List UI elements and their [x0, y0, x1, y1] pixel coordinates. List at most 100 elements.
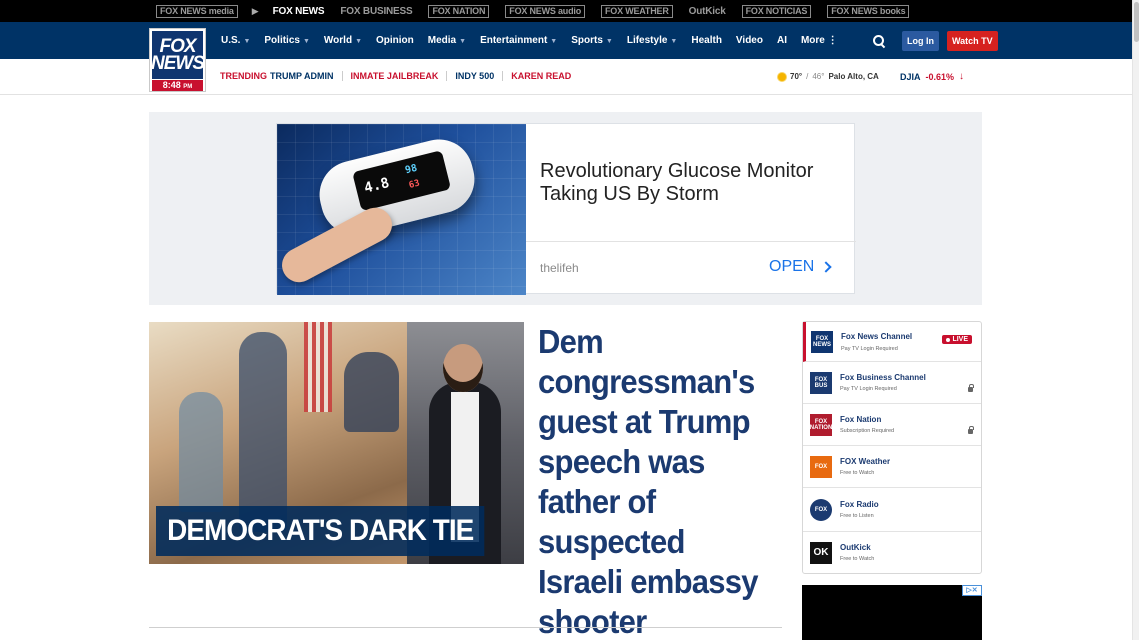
- ad-image[interactable]: 4.8 98 63: [277, 124, 526, 295]
- nav-label: Lifestyle: [626, 35, 668, 46]
- nav-item-health[interactable]: Health: [684, 35, 729, 46]
- weather-widget[interactable]: 70° / 46° Palo Alto, CA: [778, 72, 879, 81]
- clock-ampm: PM: [183, 84, 193, 90]
- channel-name: FOX Weather: [840, 457, 891, 466]
- fox-radio-icon: FOX: [810, 499, 832, 521]
- nav-item-sports[interactable]: Sports ▼: [564, 35, 620, 46]
- nav-item-media[interactable]: Media ▼: [421, 35, 473, 46]
- scrollbar-thumb[interactable]: [1134, 2, 1139, 42]
- lock-icon: [968, 384, 974, 392]
- nav-item-us[interactable]: U.S. ▼: [214, 35, 257, 46]
- nav-item-lifestyle[interactable]: Lifestyle ▼: [620, 35, 685, 46]
- channel-name: Fox Nation: [840, 415, 882, 424]
- channel-name: OutKick: [840, 543, 871, 552]
- nav-label: U.S.: [221, 35, 241, 46]
- nav-item-more[interactable]: More ⋮: [794, 35, 845, 46]
- logo-mark: FOX NEWS: [151, 31, 205, 79]
- net-link-fox-noticias[interactable]: FOX NOTICIAS: [741, 4, 812, 18]
- channel-sub: Pay TV Login Required: [840, 386, 897, 392]
- ad-source: thelifeh: [540, 261, 579, 275]
- device-readout: 4.8: [362, 175, 391, 197]
- network-bar: FOX NEWS media ▶ FOX NEWS FOX BUSINESS F…: [0, 0, 1132, 22]
- photo-head: [443, 344, 483, 392]
- banner-ad[interactable]: 4.8 98 63 Revolutionary Glucose Monitor …: [276, 123, 856, 295]
- nav-label: Entertainment: [480, 35, 548, 46]
- hero-kicker-label[interactable]: DEMOCRAT'S DARK TIE: [156, 506, 485, 556]
- channel-list: FOX NEWS Fox News Channel Pay TV Login R…: [802, 321, 982, 574]
- watch-tv-button[interactable]: Watch TV: [947, 30, 998, 51]
- fox-news-channel-icon: FOX NEWS: [811, 331, 833, 353]
- search-icon[interactable]: [872, 34, 886, 48]
- caret-down-icon: ▼: [355, 38, 362, 45]
- outkick-icon: OK: [810, 542, 832, 564]
- channel-item-fox-nation[interactable]: FOX NATION Fox Nation Subscription Requi…: [803, 404, 981, 446]
- sun-icon: [778, 72, 786, 81]
- trending-item[interactable]: INDY 500: [446, 71, 502, 81]
- device-readout: 98: [404, 162, 419, 177]
- channel-sub: Free to Watch: [840, 470, 875, 476]
- nav-item-opinion[interactable]: Opinion: [369, 35, 421, 46]
- chevron-right-icon: [820, 261, 833, 273]
- market-widget[interactable]: DJIA -0.61% ↓: [900, 71, 964, 82]
- net-link-fox-weather[interactable]: FOX WEATHER: [601, 4, 673, 18]
- caret-down-icon: ▼: [459, 38, 467, 45]
- trending-item[interactable]: TRUMP ADMIN: [270, 71, 342, 81]
- nav-menu: U.S. ▼ Politics ▼ World ▼ Opinion Media ▼ En…: [214, 22, 845, 59]
- channel-sub: Pay TV Login Required: [841, 346, 898, 352]
- nav-actions: Log In Watch TV: [872, 22, 998, 59]
- net-link-fox-nation[interactable]: FOX NATION: [428, 4, 490, 18]
- caret-down-icon: ▼: [550, 38, 558, 45]
- ad-headline[interactable]: Revolutionary Glucose Monitor Taking US …: [540, 160, 830, 206]
- clock-time: 8:48: [162, 80, 181, 90]
- hero-headline[interactable]: Dem congressman's guest at Trump speech …: [538, 322, 773, 640]
- page-scrollbar[interactable]: [1132, 0, 1139, 640]
- net-link-fox-news-books[interactable]: FOX NEWS books: [827, 4, 910, 18]
- nav-label: Video: [735, 35, 763, 46]
- nav-label: Health: [691, 35, 722, 46]
- net-link-fox-business[interactable]: FOX BUSINESS: [332, 6, 420, 17]
- weather-sep: /: [806, 72, 809, 81]
- fox-weather-icon: FOX: [810, 456, 832, 478]
- market-change: -0.61%: [925, 71, 955, 82]
- nav-label: World: [323, 35, 353, 46]
- fox-news-homepage: FOX NEWS media ▶ FOX NEWS FOX BUSINESS F…: [0, 0, 1139, 640]
- nav-label: More ⋮: [800, 35, 838, 46]
- nav-item-ai[interactable]: AI: [770, 35, 794, 46]
- channel-item-outkick[interactable]: OK OutKick Free to Watch: [803, 532, 981, 573]
- fox-business-icon: FOX BUS: [810, 372, 832, 394]
- banner-ad-container: 4.8 98 63 Revolutionary Glucose Monitor …: [149, 112, 982, 305]
- ad-open-button[interactable]: OPEN: [769, 258, 833, 276]
- nav-item-entertainment[interactable]: Entertainment ▼: [473, 35, 564, 46]
- adchoices-icon[interactable]: ▷✕: [962, 585, 982, 596]
- channel-item-fox-radio[interactable]: FOX Fox Radio Free to Listen: [803, 488, 981, 532]
- channel-item-fox-business[interactable]: FOX BUS Fox Business Channel Pay TV Logi…: [803, 362, 981, 404]
- device-readout: 63: [407, 178, 421, 191]
- net-link-fox-news-media[interactable]: FOX NEWS media: [156, 4, 238, 18]
- play-arrow-icon: ▶: [251, 5, 259, 16]
- trending-item[interactable]: KAREN READ: [502, 71, 579, 81]
- caret-down-icon: ▼: [605, 38, 613, 45]
- ad-open-label: OPEN: [769, 258, 815, 275]
- net-link-fox-news-audio[interactable]: FOX NEWS audio: [505, 4, 585, 18]
- channel-sub: Free to Watch: [840, 556, 875, 562]
- channel-item-fox-news[interactable]: FOX NEWS Fox News Channel Pay TV Login R…: [803, 322, 981, 362]
- device-screen: 4.8 98 63: [352, 150, 452, 212]
- channel-name: Fox Business Channel: [840, 373, 926, 382]
- channel-item-fox-weather[interactable]: FOX FOX Weather Free to Watch: [803, 446, 981, 488]
- lock-icon: [968, 426, 974, 434]
- net-link-fox-news[interactable]: FOX NEWS: [265, 6, 333, 17]
- net-link-outkick[interactable]: OutKick: [681, 6, 734, 17]
- trending-item[interactable]: INMATE JAILBREAK: [341, 71, 447, 81]
- nav-label: Sports: [571, 35, 603, 46]
- flag-shape: [304, 322, 332, 412]
- sketch-figure: [179, 392, 223, 512]
- fox-nation-icon: FOX NATION: [810, 414, 832, 436]
- nav-item-politics[interactable]: Politics ▼: [257, 35, 317, 46]
- nav-label: Politics: [264, 35, 300, 46]
- nav-item-world[interactable]: World ▼: [317, 35, 369, 46]
- channel-sub: Subscription Required: [840, 428, 895, 434]
- fox-news-logo[interactable]: FOX NEWS 8:48 PM: [149, 28, 206, 92]
- login-button[interactable]: Log In: [902, 30, 939, 51]
- sidebar-ad[interactable]: ▷✕: [802, 585, 982, 640]
- nav-item-video[interactable]: Video: [729, 35, 770, 46]
